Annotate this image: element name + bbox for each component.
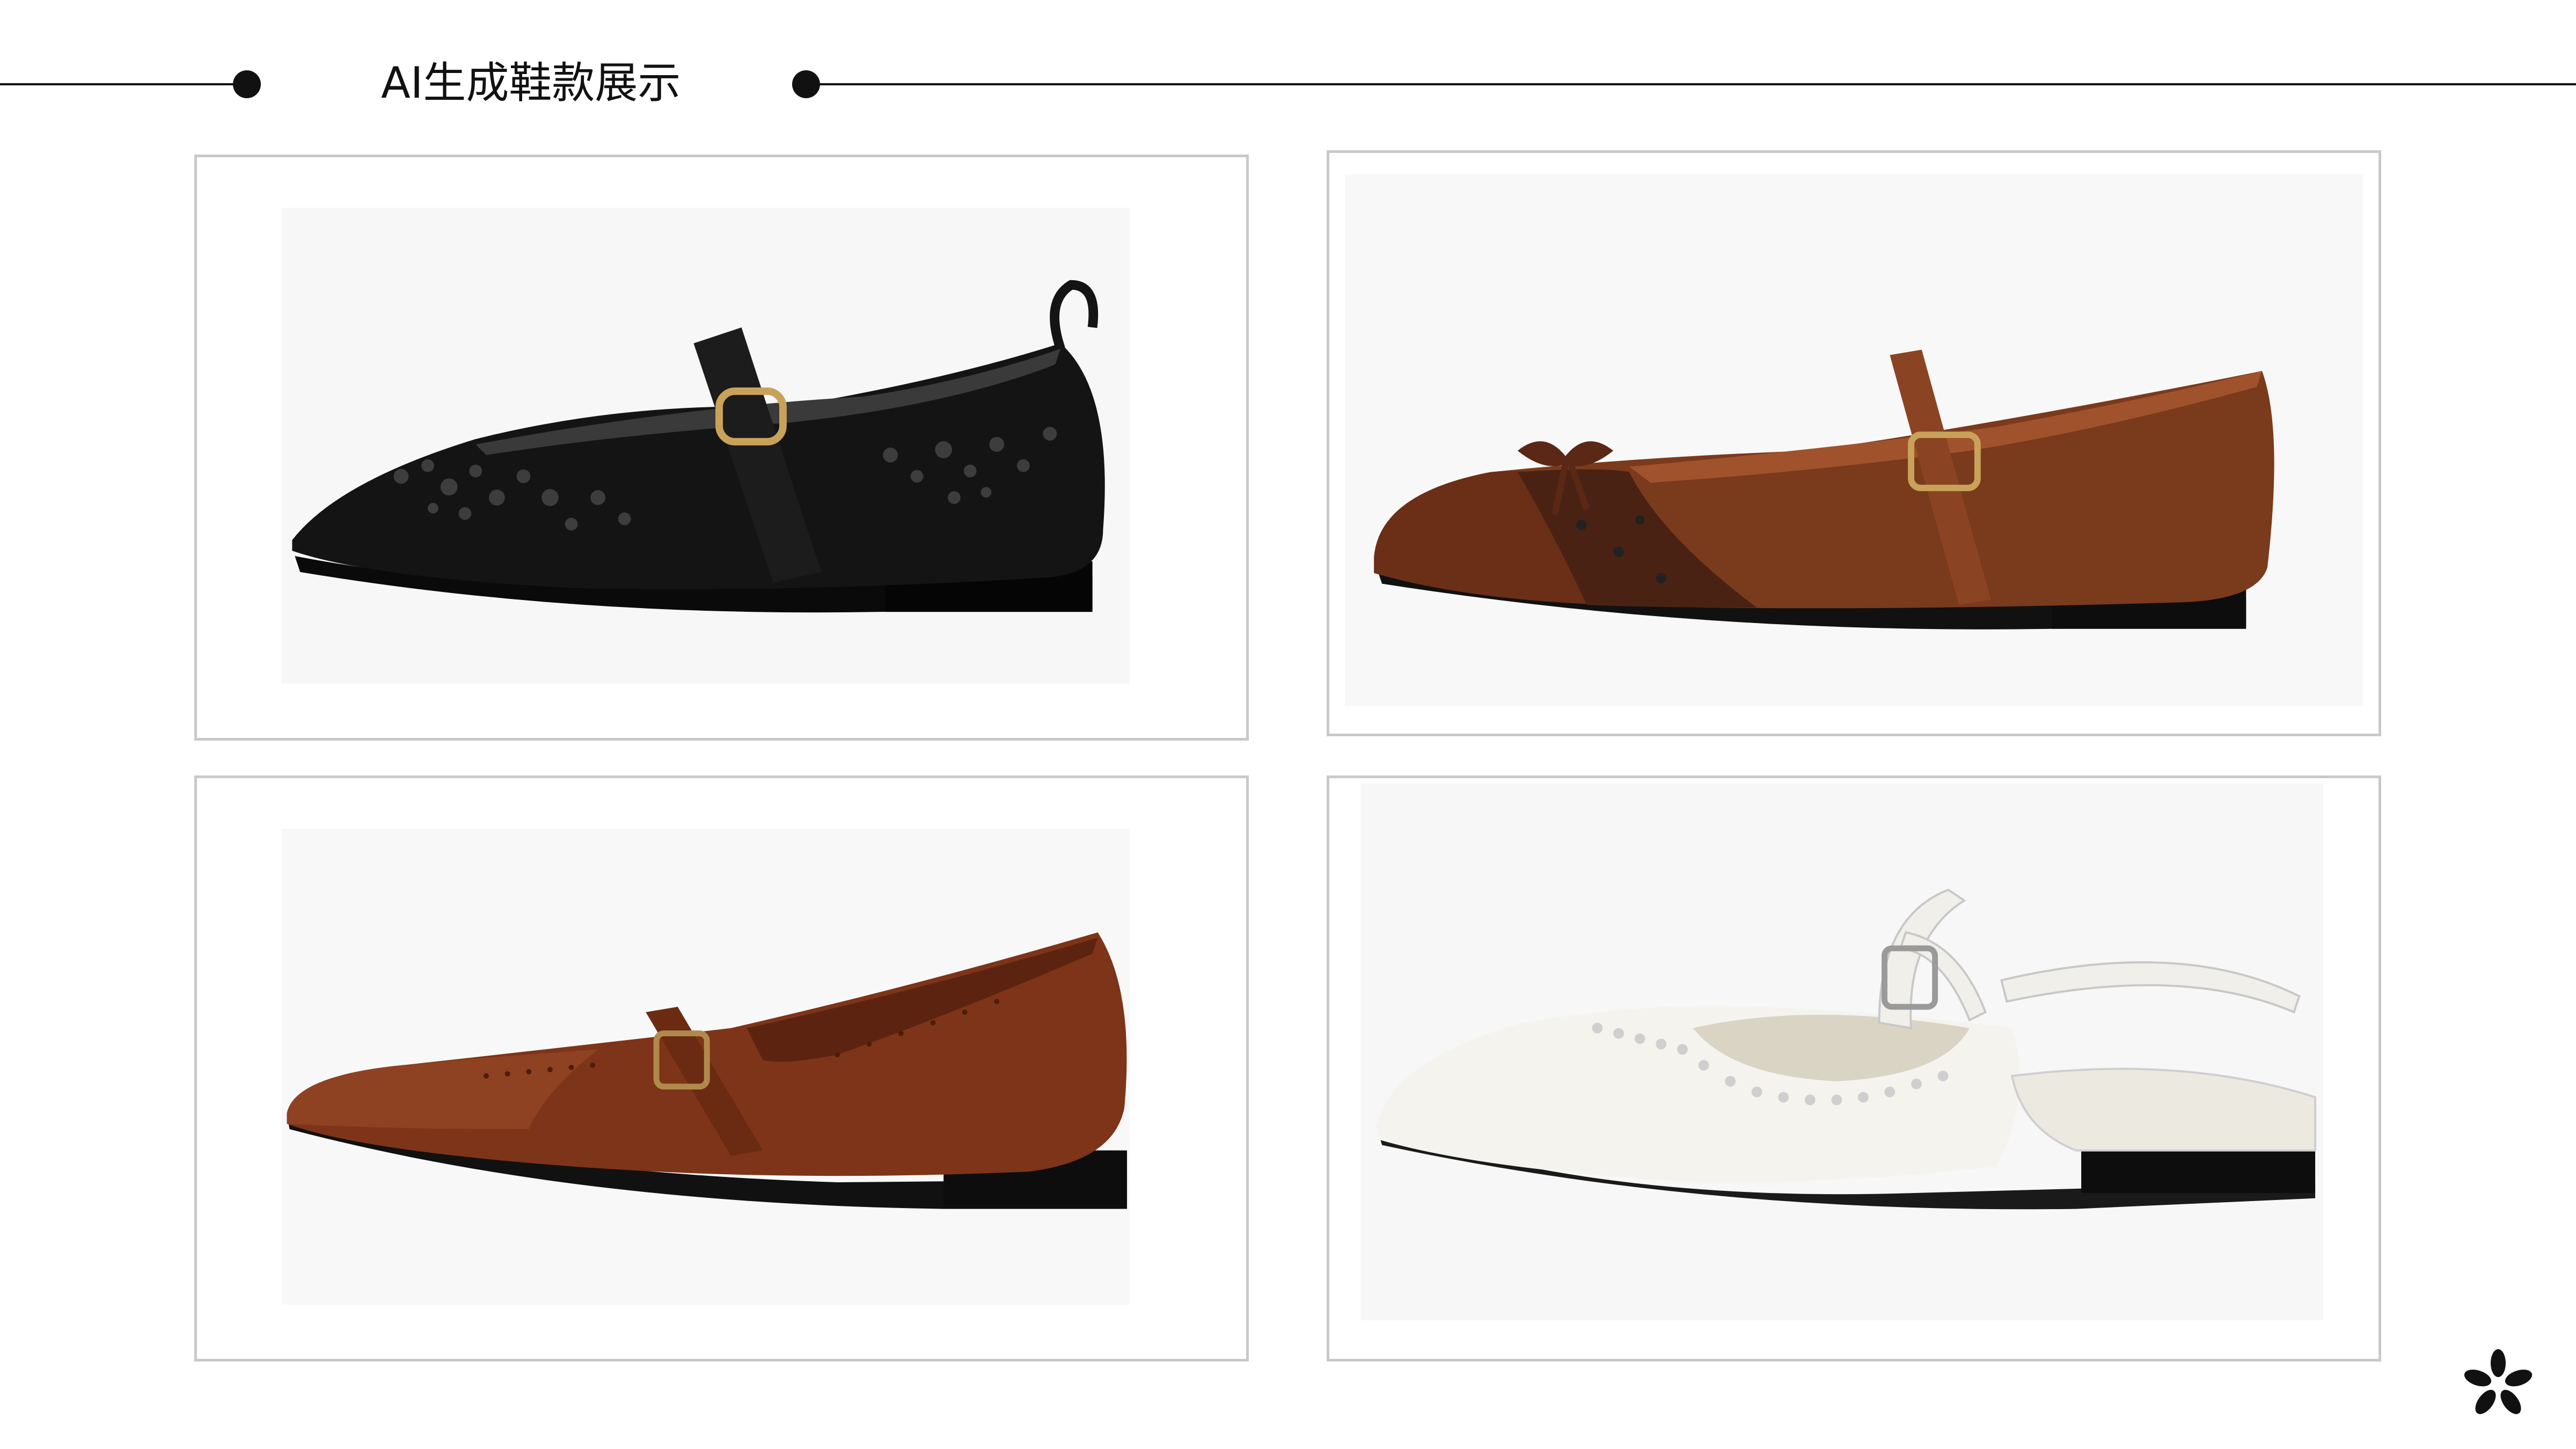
shoe-image-card[interactable] [1327,775,2381,1362]
slide: AI生成鞋款展示 [0,0,2576,1449]
header-rule-left [0,83,236,85]
page-title: AI生成鞋款展示 [381,58,681,108]
black-mary-jane-shoe-image [281,208,1130,684]
header-rule-right [805,83,2576,85]
shoe-image-card[interactable] [194,775,1249,1362]
shoe-image-card[interactable] [1327,150,2381,736]
brown-monk-strap-loafer-image [281,829,1130,1305]
header-dot-left [233,70,261,98]
brown-mary-jane-bow-shoe-image [1344,174,2363,706]
shoe-image-card[interactable] [194,155,1249,741]
asterisk-flower-icon [2461,1347,2536,1422]
white-t-strap-slingback-image [1360,783,2323,1321]
